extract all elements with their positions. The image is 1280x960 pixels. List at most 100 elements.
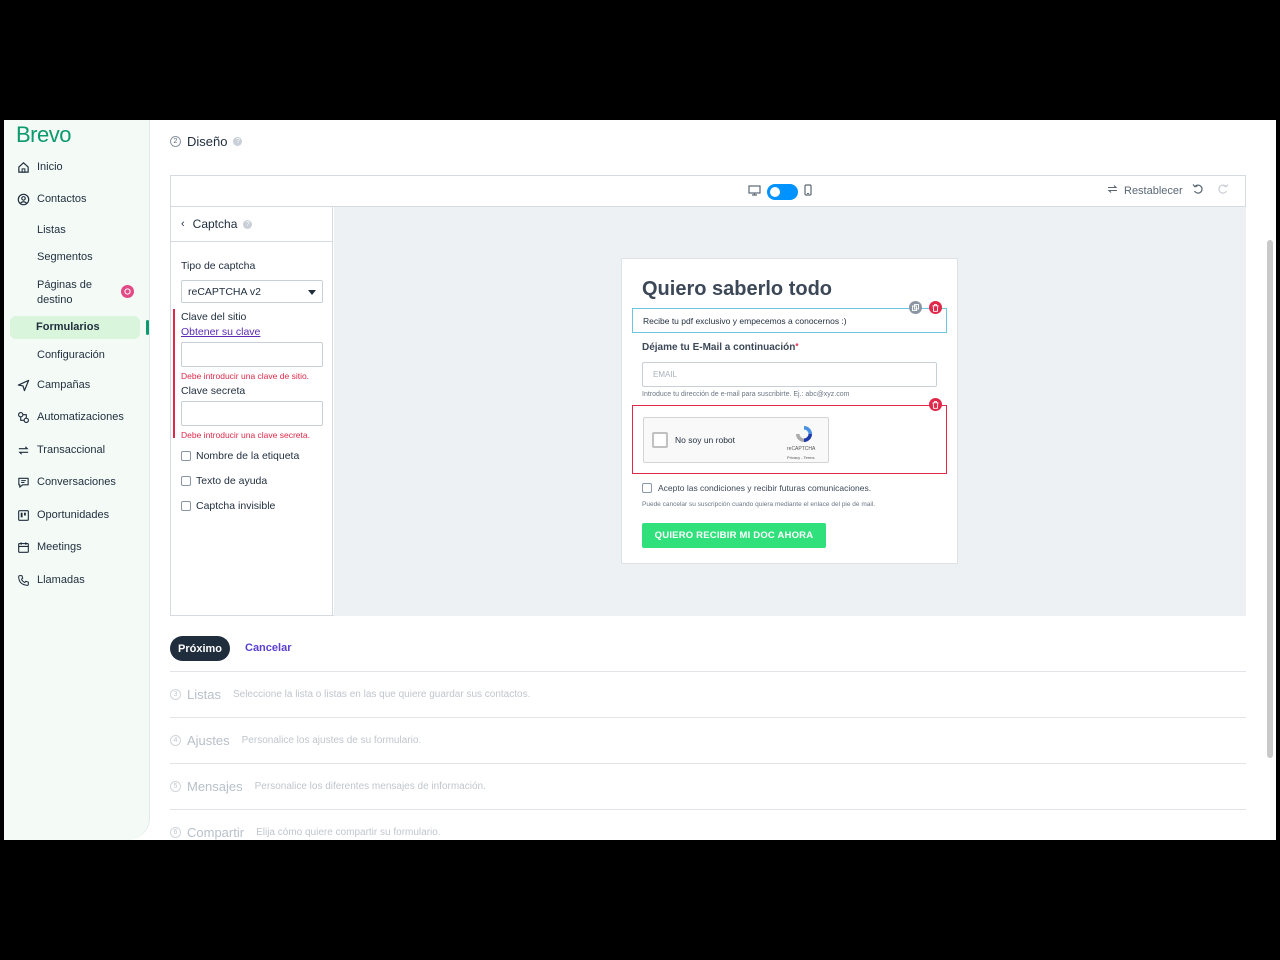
automation-icon <box>16 410 30 424</box>
step-ajustes[interactable]: 4 Ajustes Personalice los ajustes de su … <box>170 717 1246 763</box>
step-title: Diseño <box>187 134 228 149</box>
sub-formularios[interactable]: Formularios <box>10 316 140 339</box>
checkbox-label: Captcha invisible <box>196 500 276 512</box>
send-icon <box>16 378 30 392</box>
accept-checkbox[interactable] <box>642 483 652 493</box>
step-name: Listas <box>187 687 221 702</box>
recaptcha-widget[interactable]: No soy un robot reCAPTCHA Privacy - Term… <box>643 417 829 463</box>
nav-llamadas[interactable]: Llamadas <box>16 569 85 591</box>
nav-contactos[interactable]: Contactos <box>16 188 87 210</box>
device-switch[interactable] <box>767 184 798 200</box>
submit-button[interactable]: QUIERO RECIBIR MI DOC AHORA <box>642 523 826 548</box>
step-compartir[interactable]: 6 Compartir Elija cómo quiere compartir … <box>170 809 1246 840</box>
checkbox[interactable] <box>181 501 191 511</box>
nav-conversaciones[interactable]: Conversaciones <box>16 471 116 493</box>
nav-meetings[interactable]: Meetings <box>16 536 82 558</box>
step-description: Personalice los diferentes mensajes de i… <box>254 781 486 792</box>
scrollbar[interactable] <box>1267 240 1273 758</box>
accept-text: Acepto las condiciones y recibir futuras… <box>658 483 872 493</box>
editor-toolbar: Restablecer <box>171 176 1245 207</box>
step-mensajes[interactable]: 5 Mensajes Personalice los diferentes me… <box>170 763 1246 809</box>
recaptcha-checkbox[interactable] <box>652 432 668 448</box>
phone-icon <box>16 573 30 587</box>
trash-icon[interactable] <box>929 398 942 411</box>
duplicate-icon[interactable] <box>909 301 922 314</box>
form-title[interactable]: Quiero saberlo todo <box>642 278 832 301</box>
email-input[interactable]: EMAIL <box>642 362 937 387</box>
panel-header: ‹ Captcha ? <box>171 207 332 242</box>
nav-llamadas-label: Llamadas <box>37 574 85 586</box>
main-content: 2 Diseño ? Restablecer ‹ Captcha ? Tipo … <box>150 120 1266 840</box>
cancel-button[interactable]: Cancelar <box>245 642 291 654</box>
mobile-icon[interactable] <box>804 183 812 201</box>
nav-inicio[interactable]: Inicio <box>16 156 63 178</box>
recaptcha-terms[interactable]: Privacy - Terms <box>787 455 814 460</box>
home-icon <box>16 160 30 174</box>
site-key-input[interactable] <box>181 342 323 367</box>
checkbox-row-ayuda[interactable]: Texto de ayuda <box>181 475 267 487</box>
accept-terms-row[interactable]: Acepto las condiciones y recibir futuras… <box>642 483 871 493</box>
email-label-text: Déjame tu E-Mail a continuación <box>642 342 796 353</box>
step-number: 5 <box>170 781 181 792</box>
nav-campanas[interactable]: Campañas <box>16 374 90 396</box>
nav-contactos-label: Contactos <box>37 193 87 205</box>
app-window: Brevo Inicio Contactos Listas Segmentos … <box>4 120 1276 840</box>
nav-oportunidades[interactable]: Oportunidades <box>16 504 109 526</box>
tipo-captcha-label: Tipo de captcha <box>181 260 256 272</box>
nav-transaccional[interactable]: Transaccional <box>16 439 105 461</box>
sub-paginas-destino[interactable]: Páginas de destino <box>37 278 92 308</box>
next-button[interactable]: Próximo <box>170 636 230 661</box>
nav-automatizaciones[interactable]: Automatizaciones <box>16 406 124 428</box>
captcha-block[interactable]: No soy un robot reCAPTCHA Privacy - Term… <box>632 405 947 474</box>
brevo-logo[interactable]: Brevo <box>16 122 71 148</box>
restablecer-button[interactable]: Restablecer <box>1107 184 1183 197</box>
sub-configuracion[interactable]: Configuración <box>37 348 105 363</box>
checkbox-row-invisible[interactable]: Captcha invisible <box>181 500 275 512</box>
restablecer-label: Restablecer <box>1124 184 1183 197</box>
reset-icon <box>1107 184 1118 197</box>
checkbox-label: Nombre de la etiqueta <box>196 450 300 462</box>
panel-title: Captcha <box>192 217 238 231</box>
board-icon <box>16 508 30 522</box>
new-badge-icon <box>121 285 134 298</box>
step-number: 4 <box>170 735 181 746</box>
form-preview-canvas: Quiero saberlo todo Recibe tu pdf exclus… <box>334 207 1246 616</box>
step-number: 2 <box>170 136 181 147</box>
desktop-icon[interactable] <box>748 183 761 201</box>
form-preview-card: Quiero saberlo todo Recibe tu pdf exclus… <box>621 258 958 564</box>
form-editor: Restablecer ‹ Captcha ? Tipo de captcha … <box>170 175 1246 616</box>
redo-icon[interactable] <box>1217 183 1229 198</box>
chevron-left-icon[interactable]: ‹ <box>181 218 185 230</box>
email-help-text: Introduce tu dirección de e-mail para su… <box>642 391 850 398</box>
sidebar: Brevo Inicio Contactos Listas Segmentos … <box>4 120 150 840</box>
sub-paginas-line1: Páginas de <box>37 279 93 291</box>
help-icon[interactable]: ? <box>243 219 253 229</box>
step-description: Personalice los ajustes de su formulario… <box>241 735 422 746</box>
obtener-clave-link[interactable]: Obtener su clave <box>181 326 260 338</box>
step-name: Compartir <box>187 825 245 840</box>
checkbox[interactable] <box>181 451 191 461</box>
trash-icon[interactable] <box>929 301 942 314</box>
recaptcha-text: No soy un robot <box>675 435 736 445</box>
tipo-captcha-select[interactable]: reCAPTCHA v2 <box>181 280 323 303</box>
swap-arrows-icon <box>16 443 30 457</box>
checkbox-row-etiqueta[interactable]: Nombre de la etiqueta <box>181 450 299 462</box>
secret-key-label: Clave secreta <box>181 385 246 397</box>
checkbox-label: Texto de ayuda <box>196 475 268 487</box>
form-description-block[interactable]: Recibe tu pdf exclusivo y empecemos a co… <box>632 308 947 333</box>
help-icon[interactable]: ? <box>233 137 243 146</box>
captcha-settings-panel: ‹ Captcha ? Tipo de captcha reCAPTCHA v2… <box>171 207 333 616</box>
sub-listas[interactable]: Listas <box>37 223 66 238</box>
step-number: 3 <box>170 689 181 700</box>
step-listas[interactable]: 3 Listas Seleccione la lista o listas en… <box>170 671 1246 717</box>
sub-segmentos[interactable]: Segmentos <box>37 250 93 265</box>
error-indicator-secret <box>173 383 175 438</box>
nav-inicio-label: Inicio <box>37 161 63 173</box>
checkbox[interactable] <box>181 476 191 486</box>
undo-icon[interactable] <box>1192 183 1204 198</box>
secret-key-input[interactable] <box>181 401 323 426</box>
caret-down-icon <box>308 290 316 295</box>
device-toggle[interactable] <box>748 183 812 201</box>
sub-paginas-line2: destino <box>37 294 73 306</box>
site-key-error: Debe introducir una clave de sitio. <box>181 371 310 381</box>
